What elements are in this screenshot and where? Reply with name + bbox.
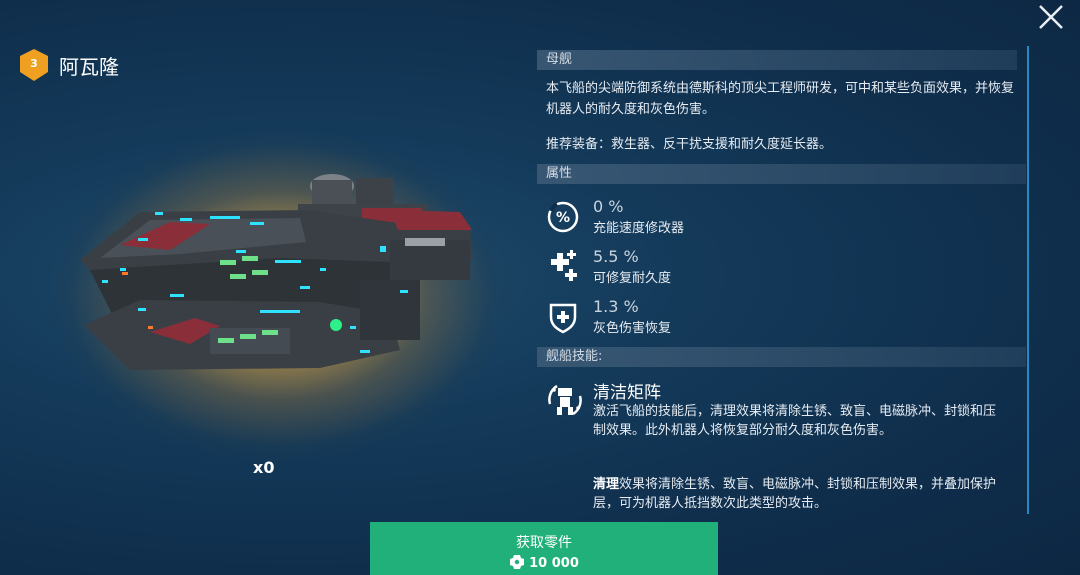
component-icon xyxy=(510,555,525,569)
section-attributes: 属性 xyxy=(537,164,1026,184)
skill-title: 清洁矩阵 xyxy=(593,383,661,403)
ship-header: 3 阿瓦隆 xyxy=(18,48,119,82)
stat-label: 可修复耐久度 xyxy=(593,271,672,286)
ship-description: 本飞船的尖端防御系统由德斯科的顶尖工程师研发，可中和某些负面效果，并恢复机器人的… xyxy=(546,81,1015,117)
robot-cleanse-icon xyxy=(548,384,582,416)
acquire-parts-price: 10 000 xyxy=(370,555,718,571)
stat-charge-speed: % 0 % 充能速度修改器 xyxy=(545,197,965,241)
stat-repairable-durability: 5.5 % 可修复耐久度 xyxy=(545,247,965,291)
price-value: 10 000 xyxy=(529,556,579,571)
repair-plus-icon xyxy=(551,250,577,281)
svg-text:%: % xyxy=(556,210,570,226)
stat-gray-damage-recovery: 1.3 % 灰色伤害恢复 xyxy=(545,297,965,341)
skill-note-keyword: 清理 xyxy=(593,477,620,492)
section-ship-skill: 舰船技能: xyxy=(537,347,1026,367)
close-icon xyxy=(1039,5,1063,29)
acquire-parts-label: 获取零件 xyxy=(516,535,572,551)
stat-value: 0 % xyxy=(593,197,624,216)
stat-value: 5.5 % xyxy=(593,247,639,266)
skill-description: 激活飞船的技能后，清理效果将清除生锈、致盲、电磁脉冲、封锁和压制效果。此外机器人… xyxy=(593,404,997,438)
info-panel: 母舰 本飞船的尖端防御系统由德斯科的顶尖工程师研发，可中和某些负面效果，并恢复机… xyxy=(537,50,1026,514)
ship-image xyxy=(80,174,472,370)
skill-note-text: 效果将清除生锈、致盲、电磁脉冲、封锁和压制效果，并叠加保护层，可为机器人抵挡数次… xyxy=(593,477,997,511)
stat-value: 1.3 % xyxy=(593,297,639,316)
panel-scrollbar[interactable] xyxy=(1027,46,1029,514)
ship-count: x0 xyxy=(253,458,275,477)
close-button[interactable] xyxy=(1036,2,1066,32)
level-number: 3 xyxy=(30,57,38,70)
shield-plus-icon xyxy=(549,303,577,334)
section-ship-type: 母舰 xyxy=(537,50,1017,70)
ship-name: 阿瓦隆 xyxy=(59,54,119,79)
percent-circle-icon: % xyxy=(547,201,579,233)
acquire-parts-button[interactable]: 获取零件 10 000 xyxy=(370,522,718,575)
ship-preview xyxy=(50,130,510,460)
skill-note: 清理效果将清除生锈、致盲、电磁脉冲、封锁和压制效果，并叠加保护层，可为机器人抵挡… xyxy=(593,475,1005,513)
stat-label: 充能速度修改器 xyxy=(593,221,685,236)
level-badge: 3 xyxy=(18,48,50,82)
recommended-equipment: 推荐装备：救生器、反干扰支援和耐久度延长器。 xyxy=(546,137,833,152)
stat-label: 灰色伤害恢复 xyxy=(593,321,672,336)
